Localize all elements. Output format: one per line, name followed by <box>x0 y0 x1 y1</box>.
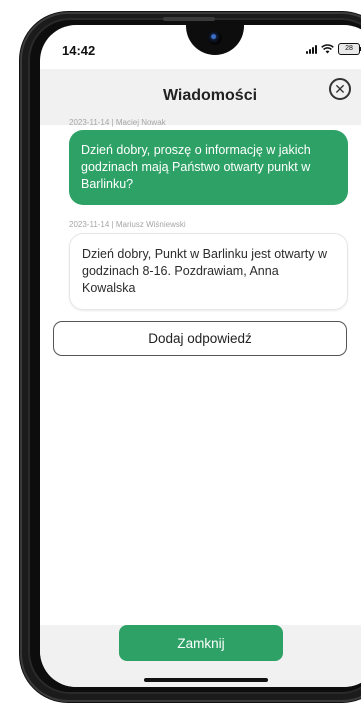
close-button[interactable]: Zamknij <box>119 625 283 661</box>
battery-icon: 28 <box>338 43 361 55</box>
header-bar: Wiadomości ✕ <box>40 69 361 125</box>
add-reply-button[interactable]: Dodaj odpowiedź <box>53 321 347 356</box>
camera-icon <box>208 31 222 45</box>
device-canvas: 14:42 28 Wiadomości ✕ 2023-11-14 | Macie… <box>0 0 361 709</box>
message-bubble-sent: Dzień dobry, proszę o informację w jakic… <box>69 130 348 205</box>
status-time: 14:42 <box>62 43 96 58</box>
signal-icon <box>306 44 317 54</box>
status-icons: 28 <box>306 43 361 55</box>
wifi-icon <box>321 44 334 54</box>
message-meta: 2023-11-14 | Mariusz Wiśniewski <box>69 220 186 229</box>
home-indicator[interactable] <box>144 678 268 682</box>
speaker-slot <box>163 17 215 21</box>
camera-notch <box>186 25 244 55</box>
app-screen: 14:42 28 Wiadomości ✕ 2023-11-14 | Macie… <box>40 25 361 687</box>
message-meta: 2023-11-14 | Maciej Nowak <box>69 118 166 127</box>
close-icon[interactable]: ✕ <box>329 78 351 100</box>
page-title: Wiadomości <box>162 87 258 104</box>
message-bubble-received: Dzień dobry, Punkt w Barlinku jest otwar… <box>69 233 348 310</box>
